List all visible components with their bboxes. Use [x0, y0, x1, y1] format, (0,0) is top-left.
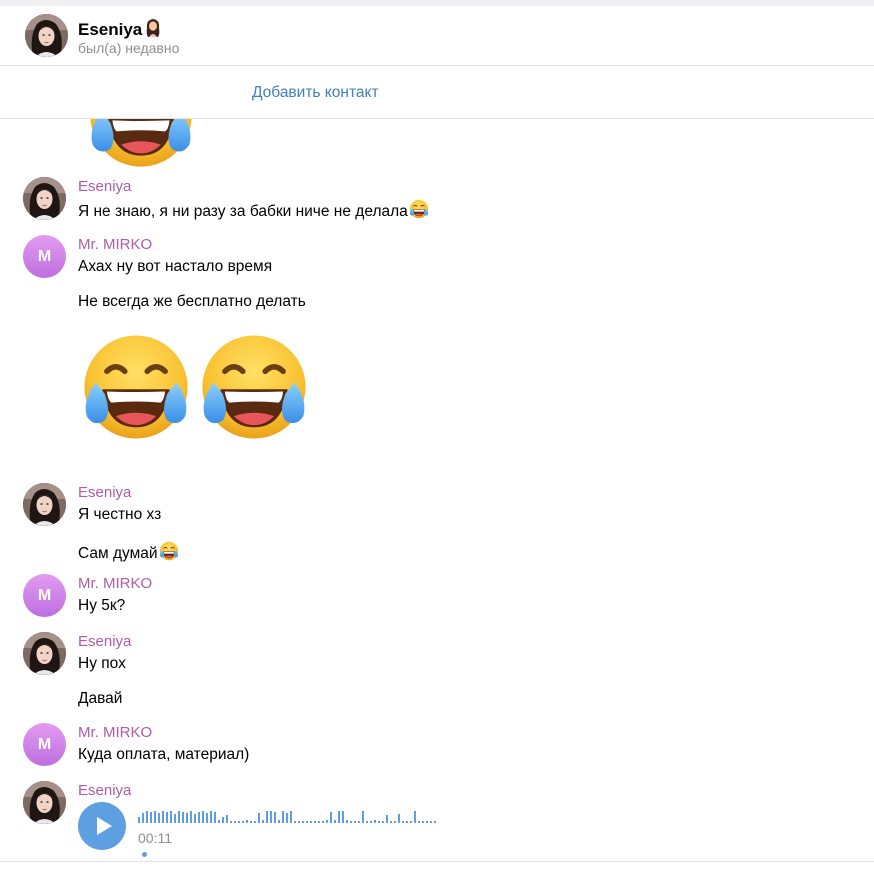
composer-divider [0, 861, 874, 862]
sender-avatar[interactable] [23, 632, 66, 675]
sender-name[interactable]: Mr. MIRKO [78, 724, 152, 741]
sender-name[interactable]: Eseniya [78, 178, 131, 195]
chat-header: Eseniya был(а) недавно [0, 6, 874, 66]
sender-avatar[interactable] [23, 177, 66, 220]
message-text-content: Я не знаю, я ни разу за бабки ниче не де… [78, 203, 408, 220]
sender-name[interactable]: Mr. MIRKO [78, 575, 152, 592]
message-text[interactable]: Сам думай [78, 541, 179, 563]
message-text[interactable]: Не всегда же бесплатно делать [78, 293, 306, 311]
tears-of-joy-emoji-icon [159, 541, 179, 561]
add-contact-button[interactable]: Добавить контакт [252, 84, 379, 102]
sender-name[interactable]: Eseniya [78, 633, 131, 650]
message-text[interactable]: Ахах ну вот настало время [78, 258, 272, 276]
tears-of-joy-emoji-icon [409, 199, 429, 219]
message-text[interactable]: Давай [78, 690, 122, 708]
voice-duration-text: 00:11 [138, 830, 172, 846]
sender-name[interactable]: Eseniya [78, 484, 131, 501]
message-text[interactable]: Я не знаю, я ни разу за бабки ниче не де… [78, 199, 429, 221]
girl-emoji-icon [145, 18, 161, 38]
sender-avatar[interactable]: M [23, 574, 66, 617]
sender-avatar[interactable] [23, 483, 66, 526]
contact-name[interactable]: Eseniya [78, 18, 161, 40]
sender-name[interactable]: Mr. MIRKO [78, 236, 152, 253]
message-text[interactable]: Ну 5к? [78, 597, 125, 615]
sender-avatar[interactable]: M [23, 723, 66, 766]
message-text-content: Сам думай [78, 545, 158, 562]
tears-of-joy-emoji-icon[interactable] [80, 331, 192, 443]
contact-avatar[interactable] [25, 14, 68, 57]
contact-name-text: Eseniya [78, 20, 143, 39]
message-text[interactable]: Куда оплата, материал) [78, 746, 249, 764]
tears-of-joy-emoji-icon[interactable] [198, 331, 310, 443]
message-text[interactable]: Я честно хз [78, 506, 161, 524]
sender-name[interactable]: Eseniya [78, 782, 131, 799]
play-icon [97, 817, 112, 835]
tears-of-joy-emoji-icon [86, 119, 196, 171]
contact-status: был(а) недавно [78, 40, 180, 56]
waveform[interactable] [138, 809, 438, 825]
sender-avatar[interactable] [23, 781, 66, 824]
add-contact-bar: Добавить контакт [0, 66, 874, 119]
play-button[interactable] [78, 802, 126, 850]
voice-duration: 00:11 [138, 830, 172, 861]
sender-avatar[interactable]: M [23, 235, 66, 278]
unplayed-dot [142, 852, 147, 857]
message-text[interactable]: Ну пох [78, 655, 126, 673]
message-list[interactable]: Eseniya Я не знаю, я ни разу за бабки ни… [0, 119, 874, 861]
